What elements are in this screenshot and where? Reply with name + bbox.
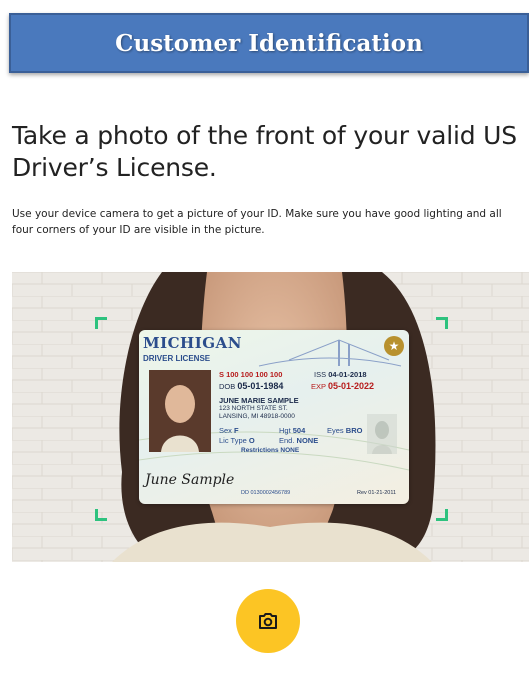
frame-corner-top-right — [436, 317, 448, 329]
hgt-value: 504 — [292, 426, 306, 435]
end-value: NONE — [296, 436, 319, 445]
take-photo-button[interactable] — [236, 589, 300, 653]
frame-corner-top-left — [95, 317, 107, 329]
license-address-1: 123 NORTH STATE ST. — [219, 405, 288, 412]
iss-label: ISS — [314, 370, 327, 379]
instructions-text: Use your device camera to get a picture … — [12, 208, 502, 236]
license-rev: Rev 01-21-2011 — [357, 490, 397, 496]
sample-driver-license: MICHIGAN DRIVER LICENSE ★ S 100 100 100 … — [139, 330, 409, 504]
license-dd: DD 0130002456789 — [241, 490, 291, 496]
license-state: MICHIGAN — [143, 334, 242, 352]
dob-label: DOB — [219, 382, 236, 391]
license-name: JUNE MARIE SAMPLE — [219, 396, 299, 405]
hgt-label: Hgt — [279, 426, 291, 435]
end-label: End. — [279, 436, 295, 445]
lic-type-label: Lic Type — [219, 436, 247, 445]
header-title: Customer Identification — [115, 29, 423, 57]
iss-value: 04-01-2018 — [328, 370, 367, 379]
restrictions-label: Restrictions — [241, 447, 279, 454]
camera-preview-image: MICHIGAN DRIVER LICENSE ★ S 100 100 100 … — [12, 272, 529, 562]
sex-value: F — [234, 426, 239, 435]
frame-corner-bottom-left — [95, 509, 107, 521]
license-type: DRIVER LICENSE — [143, 354, 211, 363]
ghost-portrait-image — [367, 414, 397, 454]
license-address-2: LANSING, MI 48918-0000 — [219, 413, 295, 420]
exp-value: 05-01-2022 — [327, 381, 375, 391]
exp-label: EXP — [311, 382, 326, 391]
sex-label: Sex — [219, 426, 232, 435]
dob-value: 05-01-1984 — [237, 381, 284, 391]
camera-icon — [259, 613, 277, 629]
star-icon: ★ — [384, 336, 404, 356]
license-signature: June Sample — [145, 472, 235, 488]
eyes-value: BRO — [345, 426, 363, 435]
license-number: S 100 100 100 100 — [219, 370, 283, 379]
lic-type-value: O — [248, 436, 255, 445]
page-heading: Take a photo of the front of your valid … — [12, 121, 517, 182]
eyes-label: Eyes — [327, 426, 344, 435]
frame-corner-bottom-right — [436, 509, 448, 521]
license-portrait — [149, 370, 211, 452]
page-header: Customer Identification — [9, 13, 529, 73]
restrictions-value: NONE — [280, 447, 300, 454]
